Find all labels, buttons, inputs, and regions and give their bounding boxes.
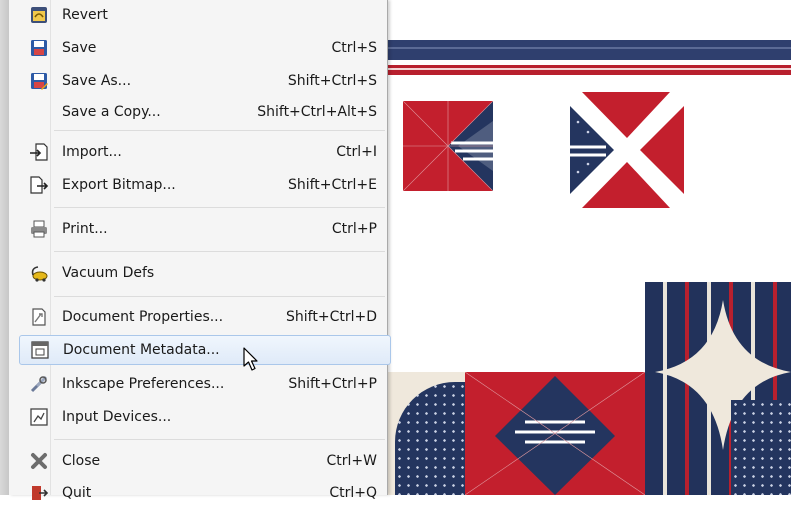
menu-item-label: Input Devices... (62, 409, 172, 425)
shortcut-label: Ctrl+S (331, 40, 377, 56)
menu-item-label: Revert (62, 7, 108, 23)
menu-item-inkscape-preferences[interactable]: Inkscape Preferences... Shift+Ctrl+P (9, 369, 385, 399)
menu-item-save-as[interactable]: Save As... Shift+Ctrl+S (9, 66, 385, 96)
menu-item-print[interactable]: Print... Ctrl+P (9, 214, 385, 244)
menu-separator (54, 296, 385, 297)
menu-item-document-metadata[interactable]: Document Metadata... (19, 335, 391, 365)
navy-border-stripe[interactable] (385, 40, 791, 60)
menu-item-close[interactable]: Close Ctrl+W (9, 446, 385, 476)
red-border-stripe[interactable] (385, 65, 791, 75)
document-metadata-icon (29, 339, 51, 361)
quilt-block-diamond[interactable] (465, 372, 645, 495)
shortcut-label: Shift+Ctrl+E (287, 177, 377, 193)
save-icon (28, 37, 50, 59)
menu-item-save[interactable]: Save Ctrl+S (9, 33, 385, 63)
document-properties-icon (28, 306, 50, 328)
menu-item-label: Document Metadata... (63, 342, 220, 358)
shortcut-label: Shift+Ctrl+D (286, 309, 377, 325)
menu-item-label: Vacuum Defs (62, 265, 155, 281)
close-icon (28, 450, 50, 472)
printer-icon (28, 218, 50, 240)
menu-item-label: Close (62, 453, 101, 469)
file-menu: Revert Save Ctrl+S Save As... Shift+Ctrl… (0, 0, 391, 501)
quilt-block-stars-right[interactable] (731, 400, 791, 495)
menu-separator (54, 130, 385, 131)
quit-icon (28, 482, 50, 504)
menu-item-label: Save a Copy... (62, 104, 161, 120)
menu-item-save-a-copy[interactable]: Save a Copy... Shift+Ctrl+Alt+S (9, 97, 385, 127)
shortcut-label: Ctrl+I (336, 144, 377, 160)
quilt-block-x[interactable] (570, 92, 684, 208)
mouse-cursor-icon (243, 347, 258, 371)
menu-item-vacuum-defs[interactable]: Vacuum Defs (9, 258, 385, 288)
menu-item-revert[interactable]: Revert (9, 0, 385, 30)
shortcut-label: Shift+Ctrl+Alt+S (257, 104, 377, 120)
menu-item-label: Document Properties... (62, 309, 224, 325)
import-icon (28, 141, 50, 163)
shortcut-label: Shift+Ctrl+S (287, 73, 377, 89)
menu-item-export-bitmap[interactable]: Export Bitmap... Shift+Ctrl+E (9, 170, 385, 200)
revert-icon (28, 4, 50, 26)
menu-item-label: Save As... (62, 73, 132, 89)
menu-item-input-devices[interactable]: Input Devices... (9, 402, 385, 432)
menu-item-label: Import... (62, 144, 122, 160)
export-icon (28, 174, 50, 196)
input-devices-icon (28, 406, 50, 428)
menu-item-label: Inkscape Preferences... (62, 376, 225, 392)
shortcut-label: Ctrl+P (331, 221, 377, 237)
menu-item-label: Export Bitmap... (62, 177, 176, 193)
vacuum-icon (28, 262, 50, 284)
shortcut-label: Ctrl+Q (329, 485, 377, 501)
menu-item-quit[interactable]: Quit Ctrl+Q (9, 478, 385, 508)
menu-item-label: Save (62, 40, 97, 56)
preferences-icon (28, 373, 50, 395)
shortcut-label: Ctrl+W (326, 453, 377, 469)
menu-separator (54, 207, 385, 208)
menu-item-label: Print... (62, 221, 108, 237)
menu-item-document-properties[interactable]: Document Properties... Shift+Ctrl+D (9, 302, 385, 332)
menu-separator (54, 251, 385, 252)
menu-item-import[interactable]: Import... Ctrl+I (9, 137, 385, 167)
menu-separator (54, 439, 385, 440)
shortcut-label: Shift+Ctrl+P (288, 376, 377, 392)
save-as-icon (28, 70, 50, 92)
quilt-block-half-square[interactable] (403, 101, 493, 191)
menu-item-label: Quit (62, 485, 92, 501)
